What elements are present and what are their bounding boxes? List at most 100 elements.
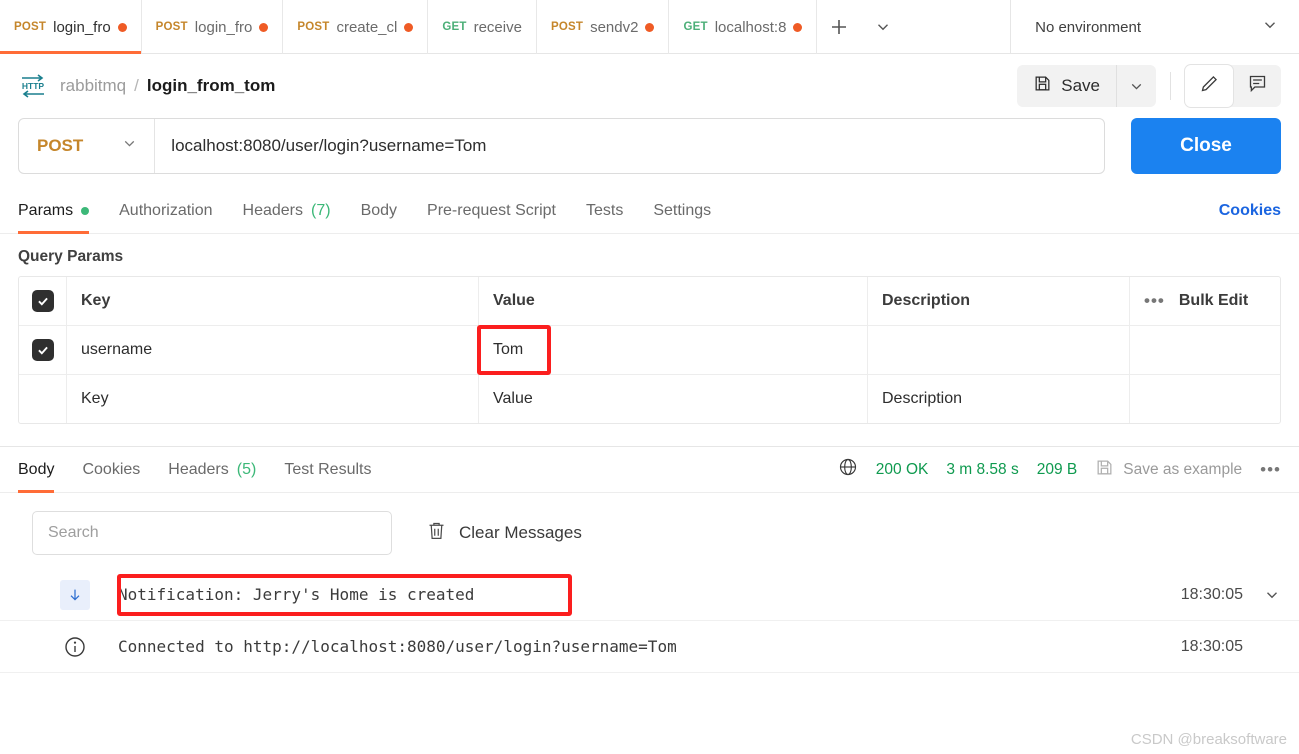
clear-messages-label: Clear Messages: [459, 523, 582, 542]
response-tab-body[interactable]: Body: [18, 447, 55, 493]
select-all-checkbox[interactable]: [19, 277, 67, 325]
params-active-dot-icon: [81, 206, 90, 215]
row-actions: [1130, 326, 1280, 374]
row-value-input[interactable]: Tom: [477, 325, 868, 375]
request-tab-bar: POST login_fro POST login_fro POST creat…: [0, 0, 1299, 54]
bulk-edit-button[interactable]: Bulk Edit: [1179, 292, 1248, 310]
table-row: username Tom: [19, 325, 1280, 375]
tab-params-label: Params: [18, 201, 74, 219]
row-description-input[interactable]: Description: [868, 375, 1130, 423]
save-as-example-button[interactable]: Save as example: [1095, 458, 1242, 482]
row-checkbox[interactable]: [19, 375, 67, 423]
message-timestamp: 18:30:05: [1180, 585, 1243, 603]
request-tab-1[interactable]: POST login_fro: [0, 0, 142, 54]
request-tab-6[interactable]: GET localhost:8: [669, 0, 818, 54]
list-item[interactable]: Connected to http://localhost:8080/user/…: [0, 621, 1299, 673]
list-item[interactable]: Notification: Jerry's Home is created 18…: [0, 569, 1299, 621]
header-actions: Save: [1017, 65, 1281, 107]
message-list: Notification: Jerry's Home is created 18…: [0, 569, 1299, 673]
tab-pre-request-script[interactable]: Pre-request Script: [427, 188, 556, 234]
svg-text:HTTP: HTTP: [22, 81, 45, 91]
breadcrumb-collection[interactable]: rabbitmq: [60, 76, 126, 96]
messages-toolbar: Search Clear Messages: [0, 493, 1299, 555]
response-tab-headers-label: Headers: [168, 460, 229, 478]
unsaved-dot-icon: [259, 22, 269, 32]
comment-button[interactable]: [1233, 65, 1281, 107]
close-button[interactable]: Close: [1131, 118, 1281, 174]
row-value-input[interactable]: Value: [479, 375, 868, 423]
tab-headers-label: Headers: [242, 201, 303, 219]
tab-title: login_fro: [194, 18, 253, 36]
url-bar: POST localhost:8080/user/login?username=…: [18, 118, 1105, 174]
chevron-down-icon: [1261, 16, 1279, 39]
query-params-table: Key Value Description ••• Bulk Edit user…: [18, 276, 1281, 424]
pencil-icon: [1199, 73, 1220, 99]
tab-headers-count: (7): [311, 201, 331, 219]
request-tab-4[interactable]: GET receive: [428, 0, 537, 54]
unsaved-dot-icon: [404, 22, 414, 32]
row-checkbox[interactable]: [19, 326, 67, 374]
tab-method-label: POST: [550, 21, 584, 33]
response-tab-cookies[interactable]: Cookies: [82, 447, 140, 493]
environment-selector[interactable]: No environment: [1010, 0, 1299, 54]
edit-button[interactable]: [1185, 65, 1233, 107]
response-time: 3 m 8.58 s: [946, 460, 1019, 478]
tab-title: create_cl: [336, 18, 398, 36]
tab-title: localhost:8: [714, 18, 787, 36]
row-key-input[interactable]: username: [67, 326, 479, 374]
bulk-edit-cell: ••• Bulk Edit: [1130, 277, 1280, 325]
tab-tests[interactable]: Tests: [586, 188, 623, 234]
save-button[interactable]: Save: [1017, 65, 1116, 107]
tab-title: sendv2: [590, 18, 639, 36]
http-method-select[interactable]: POST: [19, 119, 156, 173]
tab-headers[interactable]: Headers (7): [243, 188, 331, 234]
row-key-input[interactable]: Key: [67, 375, 479, 423]
response-meta: 200 OK 3 m 8.58 s 209 B Save as example …: [838, 457, 1281, 482]
tab-method-label: GET: [683, 21, 708, 33]
tab-params[interactable]: Params: [18, 188, 90, 234]
row-description-input[interactable]: [868, 326, 1130, 374]
cookies-link[interactable]: Cookies: [1219, 202, 1281, 220]
more-options-icon[interactable]: •••: [1144, 291, 1165, 311]
tab-body[interactable]: Body: [361, 188, 397, 234]
chevron-down-icon: [121, 135, 138, 157]
http-protocol-icon: HTTP: [18, 73, 48, 99]
request-tab-5[interactable]: POST sendv2: [537, 0, 670, 54]
query-params-title: Query Params: [18, 248, 124, 265]
unsaved-dot-icon: [793, 22, 803, 32]
row-value-text: Tom: [493, 341, 524, 358]
row-actions: [1130, 375, 1280, 423]
save-label: Save: [1061, 76, 1100, 95]
url-input[interactable]: localhost:8080/user/login?username=Tom: [155, 119, 502, 173]
chevron-down-icon[interactable]: [1263, 586, 1281, 604]
new-tab-button[interactable]: [817, 0, 861, 54]
tab-method-label: POST: [297, 21, 330, 33]
column-header-value: Value: [479, 277, 868, 325]
save-button-group: Save: [1017, 65, 1156, 107]
search-input[interactable]: Search: [32, 511, 392, 555]
tab-authorization[interactable]: Authorization: [119, 188, 212, 234]
clear-messages-button[interactable]: Clear Messages: [426, 520, 582, 546]
save-disk-icon: [1095, 458, 1114, 482]
tab-list-button[interactable]: [861, 0, 905, 54]
response-size: 209 B: [1036, 460, 1078, 478]
response-tab-headers-count: (5): [236, 460, 257, 478]
header-icon-buttons: [1185, 65, 1281, 107]
response-tab-test-results[interactable]: Test Results: [284, 447, 371, 493]
request-tab-2[interactable]: POST login_fro: [142, 0, 284, 54]
environment-label: No environment: [1035, 18, 1141, 36]
http-method-value: POST: [37, 136, 84, 155]
comment-icon: [1247, 73, 1268, 99]
unsaved-dot-icon: [645, 22, 655, 32]
breadcrumb-row: HTTP rabbitmq / login_from_tom Save: [0, 54, 1299, 118]
response-tab-headers[interactable]: Headers (5): [168, 447, 256, 493]
request-tab-3[interactable]: POST create_cl: [283, 0, 429, 54]
page-title: login_from_tom: [146, 76, 276, 95]
response-more-icon[interactable]: •••: [1260, 460, 1281, 480]
save-options-button[interactable]: [1116, 65, 1156, 107]
watermark: CSDN @breaksoftware: [1130, 731, 1287, 748]
globe-icon: [838, 457, 858, 482]
header-divider: [1170, 72, 1171, 100]
tab-settings[interactable]: Settings: [653, 188, 711, 234]
request-section-tabs: Params Authorization Headers (7) Body Pr…: [0, 188, 1299, 234]
